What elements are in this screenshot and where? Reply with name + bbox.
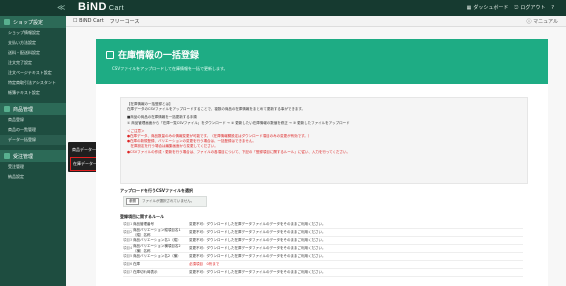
page-title-text: 在庫情報の一括登録 bbox=[118, 51, 200, 61]
top-header: ≪ BiND Cart ▦ ダッシュボード ⎋ ログアウト ? bbox=[0, 0, 566, 16]
shop-icon bbox=[4, 19, 10, 25]
sidebar-section-products[interactable]: 商品管理 bbox=[0, 103, 66, 115]
row-rule: 変更不可：ダウンロードした在庫データファイルのデータをそのままご利用ください。 bbox=[189, 270, 326, 274]
manual-link[interactable]: ⓘ マニュアル bbox=[527, 18, 558, 25]
section-label: 受注管理 bbox=[13, 153, 34, 160]
row-no: 項目3 bbox=[123, 238, 133, 242]
help-icon: ? bbox=[551, 4, 554, 11]
row-no: 項目4 bbox=[123, 246, 133, 250]
orders-icon bbox=[4, 153, 10, 159]
logo-sub-text: Cart bbox=[108, 5, 125, 12]
page-title: 在庫情報の一括登録 bbox=[106, 48, 199, 61]
row-name: 在庫切れ時表示 bbox=[133, 270, 158, 274]
row-rule: 必須項目 0桁まで bbox=[189, 262, 220, 266]
manual-label: マニュアル bbox=[533, 19, 558, 25]
row-rule: 変更不可：ダウンロードした在庫データファイルのデータをそのままご利用ください。 bbox=[189, 222, 326, 226]
rules-table: 項目1 商品管理番号変更不可：ダウンロードした在庫データファイルのデータをそのまま… bbox=[123, 221, 523, 277]
row-rule: 変更不可：ダウンロードした在庫データファイルのデータをそのままご利用ください。 bbox=[189, 246, 326, 250]
page-description: CSVファイルをアップロードして在庫情報を一括で更新します。 bbox=[112, 66, 228, 71]
sidebar-item[interactable]: ショップ情報設定 bbox=[0, 28, 66, 38]
row-rule: 変更不可：ダウンロードした在庫データファイルのデータをそのままご利用ください。 bbox=[189, 238, 326, 242]
logout-label: ログアウト bbox=[520, 5, 546, 11]
file-placeholder: ファイルが選択されていません。 bbox=[142, 199, 195, 203]
sidebar-item[interactable]: 支払い方法設定 bbox=[0, 38, 66, 48]
browse-button[interactable]: 参照 bbox=[126, 198, 139, 205]
row-name: 商品管理番号 bbox=[133, 222, 154, 226]
rules-title: 登録項目に関するルール bbox=[120, 214, 164, 219]
main-panel: 【在庫情報の一括登録とは】 在庫データのCSVファイルをアップロードすることで、… bbox=[96, 84, 548, 286]
dashboard-label: ダッシュボード bbox=[473, 5, 509, 11]
table-row: 項目6 在庫 必須項目 0桁まで bbox=[123, 261, 523, 269]
sidebar-section-orders[interactable]: 受注管理 bbox=[0, 150, 66, 162]
breadcrumb-item[interactable]: フリーコース bbox=[110, 18, 140, 25]
sidebar-item[interactable]: 送料・配送料設定 bbox=[0, 48, 66, 58]
row-no: 項目7 bbox=[123, 270, 133, 274]
row-name: 商品バリエーション名2（横） bbox=[133, 254, 181, 258]
row-no: 項目6 bbox=[123, 262, 133, 266]
info-box: 【在庫情報の一括登録とは】 在庫データのCSVファイルをアップロードすることで、… bbox=[120, 97, 528, 184]
breadcrumb-item[interactable]: ☐ BiND Cart bbox=[73, 18, 104, 24]
sidebar-item[interactable]: 受注管理 bbox=[0, 162, 66, 172]
file-input[interactable]: 参照 ファイルが選択されていません。 bbox=[123, 196, 207, 207]
row-name: 商品バリエーション縦項目名1（縦）名称 bbox=[133, 227, 181, 237]
dashboard-link[interactable]: ▦ ダッシュボード bbox=[466, 4, 509, 12]
row-no: 項目2 bbox=[123, 230, 133, 234]
sidebar: ショップ設定 ショップ情報設定 支払い方法設定 送料・配送料設定 注文完了設定 … bbox=[0, 16, 66, 286]
breadcrumb: ☐ BiND Cart フリーコース ⓘ マニュアル bbox=[66, 16, 566, 27]
info-line: ●CSVファイルの作成・更新を行う場合は、ファイルの各項目について、下記の「登録… bbox=[127, 149, 351, 154]
table-row: 項目2 商品バリエーション縦項目名1（縦）名称 変更不可：ダウンロードした在庫データ… bbox=[123, 227, 523, 237]
document-icon bbox=[106, 50, 114, 59]
row-rule: 変更不可：ダウンロードした在庫データファイルのデータをそのままご利用ください。 bbox=[189, 254, 326, 258]
row-name: 商品バリエーション名1（縦） bbox=[133, 238, 181, 242]
table-row: 項目5 商品バリエーション名2（横） 変更不可：ダウンロードした在庫データファイルの… bbox=[123, 253, 523, 261]
dashboard-icon: ▦ bbox=[466, 4, 472, 11]
row-name: 商品バリエーション横項目名2（横）名称 bbox=[133, 243, 181, 253]
help-link[interactable]: ? bbox=[551, 4, 554, 11]
sidebar-item[interactable]: 帳簿テキスト設定 bbox=[0, 88, 66, 98]
row-rule: 変更不可：ダウンロードした在庫データファイルのデータをそのままご利用ください。 bbox=[189, 230, 326, 234]
page-header: 在庫情報の一括登録 CSVファイルをアップロードして在庫情報を一括で更新します。 bbox=[96, 39, 548, 84]
app-window: ≪ BiND Cart ▦ ダッシュボード ⎋ ログアウト ? ☐ BiND Cart… bbox=[0, 0, 566, 286]
table-row: 項目7 在庫切れ時表示 変更不可：ダウンロードした在庫データファイルのデータをそのま… bbox=[123, 269, 523, 277]
logo-text: BiND bbox=[78, 1, 107, 13]
row-no: 項目5 bbox=[123, 254, 133, 258]
sidebar-item[interactable]: 商品の一覧管理 bbox=[0, 125, 66, 135]
sidebar-item-bulk-data[interactable]: データ一括登録 bbox=[0, 135, 66, 145]
breadcrumb-label: BiND Cart bbox=[79, 18, 104, 24]
sidebar-item[interactable]: 納品設定 bbox=[0, 172, 66, 182]
section-label: 商品管理 bbox=[13, 106, 34, 113]
sidebar-item[interactable]: 注文完了設定 bbox=[0, 58, 66, 68]
sidebar-section-shop[interactable]: ショップ設定 bbox=[0, 16, 66, 28]
table-row: 項目4 商品バリエーション横項目名2（横）名称 変更不可：ダウンロードした在庫データ… bbox=[123, 243, 523, 253]
sidebar-item[interactable]: 注文ページテキスト設定 bbox=[0, 68, 66, 78]
logout-icon: ⎋ bbox=[514, 4, 519, 11]
row-no: 項目1 bbox=[123, 222, 133, 226]
header-links: ▦ ダッシュボード ⎋ ログアウト ? bbox=[466, 4, 554, 12]
product-icon bbox=[4, 106, 10, 112]
section-label: ショップ設定 bbox=[13, 19, 44, 26]
logout-link[interactable]: ⎋ ログアウト bbox=[514, 4, 546, 12]
sidebar-item[interactable]: 商品登録 bbox=[0, 115, 66, 125]
upload-label: アップロードを行うCSVファイルを選択 bbox=[120, 188, 193, 193]
collapse-sidebar-icon[interactable]: ≪ bbox=[57, 3, 65, 12]
app-logo[interactable]: BiND Cart bbox=[78, 1, 124, 13]
row-name: 在庫 bbox=[133, 262, 140, 266]
sidebar-item[interactable]: 特定商取引法アシスタント bbox=[0, 78, 66, 88]
